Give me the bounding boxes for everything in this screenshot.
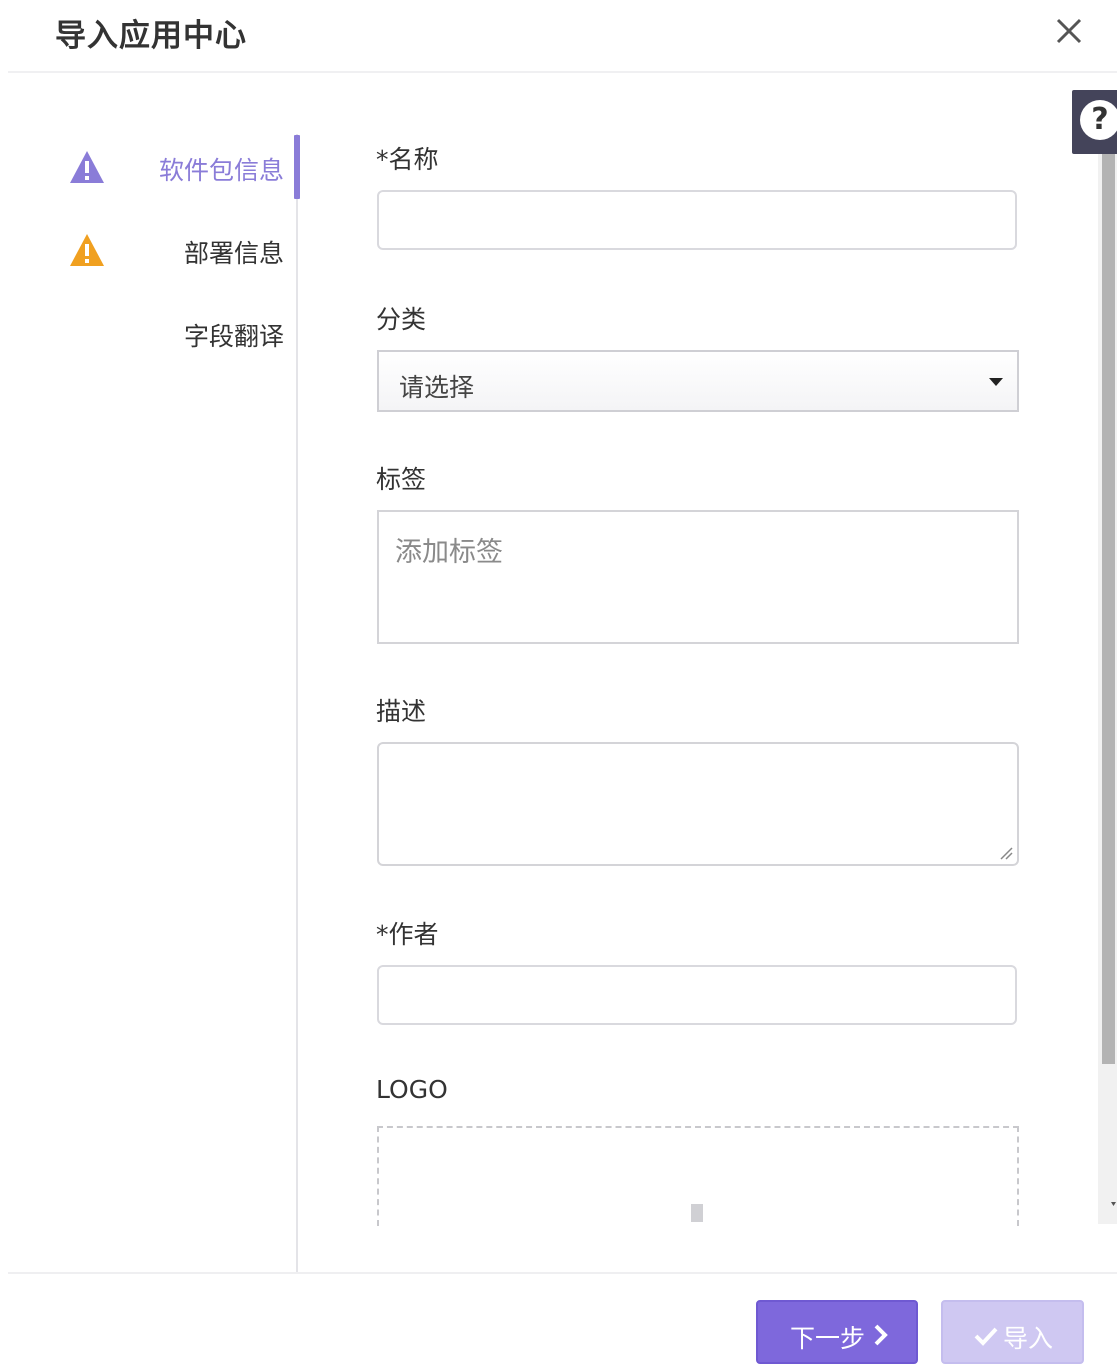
tags-input[interactable]: 添加标签 [377,510,1019,644]
author-label: *作者 [376,920,439,949]
step-label: 软件包信息 [158,156,284,185]
category-selected-value: 请选择 [399,373,475,402]
step-deploy-info[interactable]: 部署信息 [40,220,290,280]
step-label: 字段翻译 [183,322,284,351]
chevron-down-icon [989,378,1003,386]
import-button[interactable]: 导入 [941,1300,1084,1364]
chevron-right-icon [874,1324,888,1346]
scrollbar-thumb[interactable] [1102,154,1115,1064]
next-step-label: 下一步 [790,1324,866,1353]
author-input[interactable] [377,965,1017,1025]
active-step-indicator [294,135,300,199]
upload-placeholder-icon [691,1204,703,1222]
description-label: 描述 [376,697,427,726]
tags-placeholder: 添加标签 [395,537,503,568]
step-label: 部署信息 [183,239,284,268]
dialog-title: 导入应用中心 [55,18,247,54]
question-circle-icon: ? [1080,100,1117,140]
close-icon [1056,18,1082,44]
warning-triangle-icon [70,234,104,266]
steps-rail [296,134,298,1272]
close-button[interactable] [1050,12,1088,50]
resize-handle-icon[interactable] [999,846,1013,860]
import-app-dialog: 导入应用中心 ? 软件包信息 部署信息 字段翻译 *名称 分类 请选择 标签 添… [0,0,1117,1364]
check-icon [974,1327,998,1346]
logo-label: LOGO [376,1075,448,1104]
category-select[interactable]: 请选择 [377,350,1019,412]
description-textarea[interactable] [377,742,1019,866]
step-package-info[interactable]: 软件包信息 [40,137,290,197]
import-label: 导入 [1003,1324,1054,1353]
warning-triangle-icon [70,151,104,183]
step-field-translation[interactable]: 字段翻译 [40,303,290,363]
category-label: 分类 [376,305,427,334]
name-input[interactable] [377,190,1017,250]
help-button[interactable]: ? [1072,90,1117,154]
caret-down-icon [1111,1202,1116,1206]
header-divider [8,71,1117,73]
name-label: *名称 [376,145,439,174]
next-step-button[interactable]: 下一步 [756,1300,918,1364]
tags-label: 标签 [376,465,427,494]
dialog-header: 导入应用中心 [0,0,1117,72]
scroll-down-arrow[interactable] [1102,1196,1116,1216]
logo-upload-area[interactable] [377,1126,1019,1226]
footer-divider [8,1272,1117,1274]
